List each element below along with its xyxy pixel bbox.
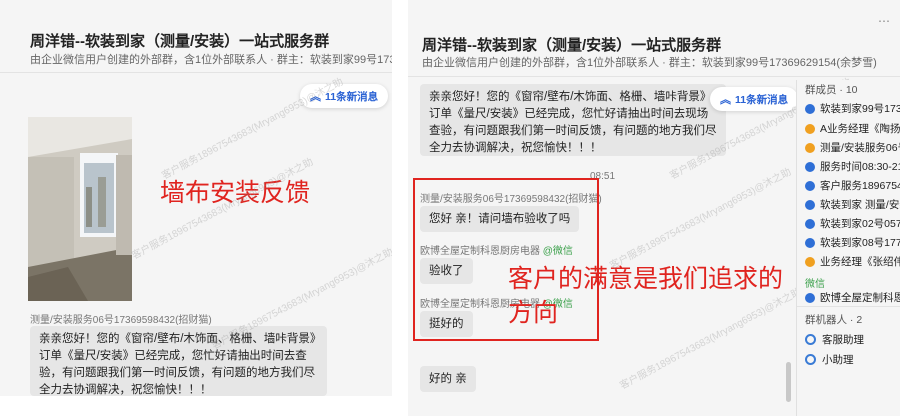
member-item[interactable]: 软装到家 测量/安装	[805, 197, 900, 212]
person-icon	[805, 237, 815, 248]
more-icon[interactable]: ⋯	[878, 14, 890, 28]
chat-subtitle: 由企业微信用户创建的外部群，含1位外部联系人 · 群主：软装到家99号17369…	[422, 57, 877, 69]
member-item[interactable]: 欧博全屋定制科恩厨	[805, 290, 900, 305]
chat-title: 周洋错--软装到家（测量/安装）一站式服务群	[30, 33, 330, 50]
new-messages-button[interactable]: ︽ 11条新消息	[300, 84, 389, 108]
room-photo[interactable]	[28, 117, 132, 301]
member-panel: 群成员 · 10 软装到家99号17369 A业务经理《陶扬凯 测量/安装服务0…	[796, 80, 900, 416]
robot-icon	[805, 334, 816, 345]
member-item[interactable]: 软装到家99号17369	[805, 101, 900, 116]
member-item[interactable]: 服务时间08:30-21:3	[805, 159, 900, 174]
member-item[interactable]: 测量/安装服务06号1	[805, 140, 900, 155]
new-messages-label: 11条新消息	[325, 90, 379, 103]
robot-item[interactable]: 小助理	[805, 352, 854, 367]
annotation-customer-satisfaction: 客户的满意是我们追求的方向	[508, 265, 784, 327]
member-divider	[797, 306, 900, 307]
person-icon	[805, 292, 815, 303]
annotation-wall-cloth-feedback: 墙布安装反馈	[160, 179, 311, 207]
members-heading: 群成员 · 10	[805, 84, 858, 96]
chat-subtitle: 由企业微信用户创建的外部群，含1位外部联系人 · 群主：软装到家99号17369…	[30, 54, 392, 66]
chat-scrollbar[interactable]	[786, 362, 791, 402]
header-divider	[408, 76, 900, 77]
robots-heading: 群机器人 · 2	[805, 314, 863, 326]
member-item[interactable]: 软装到家02号0575-	[805, 216, 900, 231]
member-item[interactable]: 软装到家08号17769	[805, 235, 900, 250]
member-item[interactable]: A业务经理《陶扬凯	[805, 121, 900, 136]
person-icon	[805, 123, 815, 134]
wechat-heading: 微信	[805, 279, 825, 290]
message-sender: 测量/安装服务06号17369598432(招财猫)	[30, 315, 212, 326]
left-chat-window: 周洋错--软装到家（测量/安装）一站式服务群 由企业微信用户创建的外部群，含1位…	[0, 0, 392, 396]
person-icon	[805, 180, 815, 191]
header-divider	[0, 72, 392, 73]
person-icon	[805, 161, 815, 172]
member-item[interactable]: 业务经理《张绍伟》	[805, 254, 900, 269]
member-item[interactable]: 客户服务18967543	[805, 178, 900, 193]
chevron-up-icon: ︽	[720, 94, 731, 106]
robot-icon	[805, 354, 816, 365]
chevron-up-icon: ︽	[310, 91, 321, 103]
robot-item[interactable]: 客服助理	[805, 332, 864, 347]
chat-title: 周洋错--软装到家（测量/安装）一站式服务群	[422, 37, 722, 54]
person-icon	[805, 218, 815, 229]
person-icon	[805, 103, 815, 114]
new-messages-button[interactable]: ︽ 11条新消息	[710, 87, 799, 111]
watermark: 客户服务18967543683(Mryang6953)@沐之助	[608, 166, 794, 272]
person-icon	[805, 142, 815, 153]
person-icon	[805, 256, 815, 267]
message-bubble[interactable]: 亲亲您好！您的《窗帘/壁布/木饰面、格栅、墙咔背景》订单《量尺/安装》已经完成，…	[30, 326, 327, 396]
person-icon	[805, 199, 815, 210]
new-messages-label: 11条新消息	[735, 93, 789, 106]
message-bubble[interactable]: 好的 亲	[420, 366, 476, 392]
message-bubble[interactable]: 亲亲您好！您的《窗帘/壁布/木饰面、格栅、墙咔背景》订单《量尺/安装》已经完成，…	[420, 84, 726, 156]
